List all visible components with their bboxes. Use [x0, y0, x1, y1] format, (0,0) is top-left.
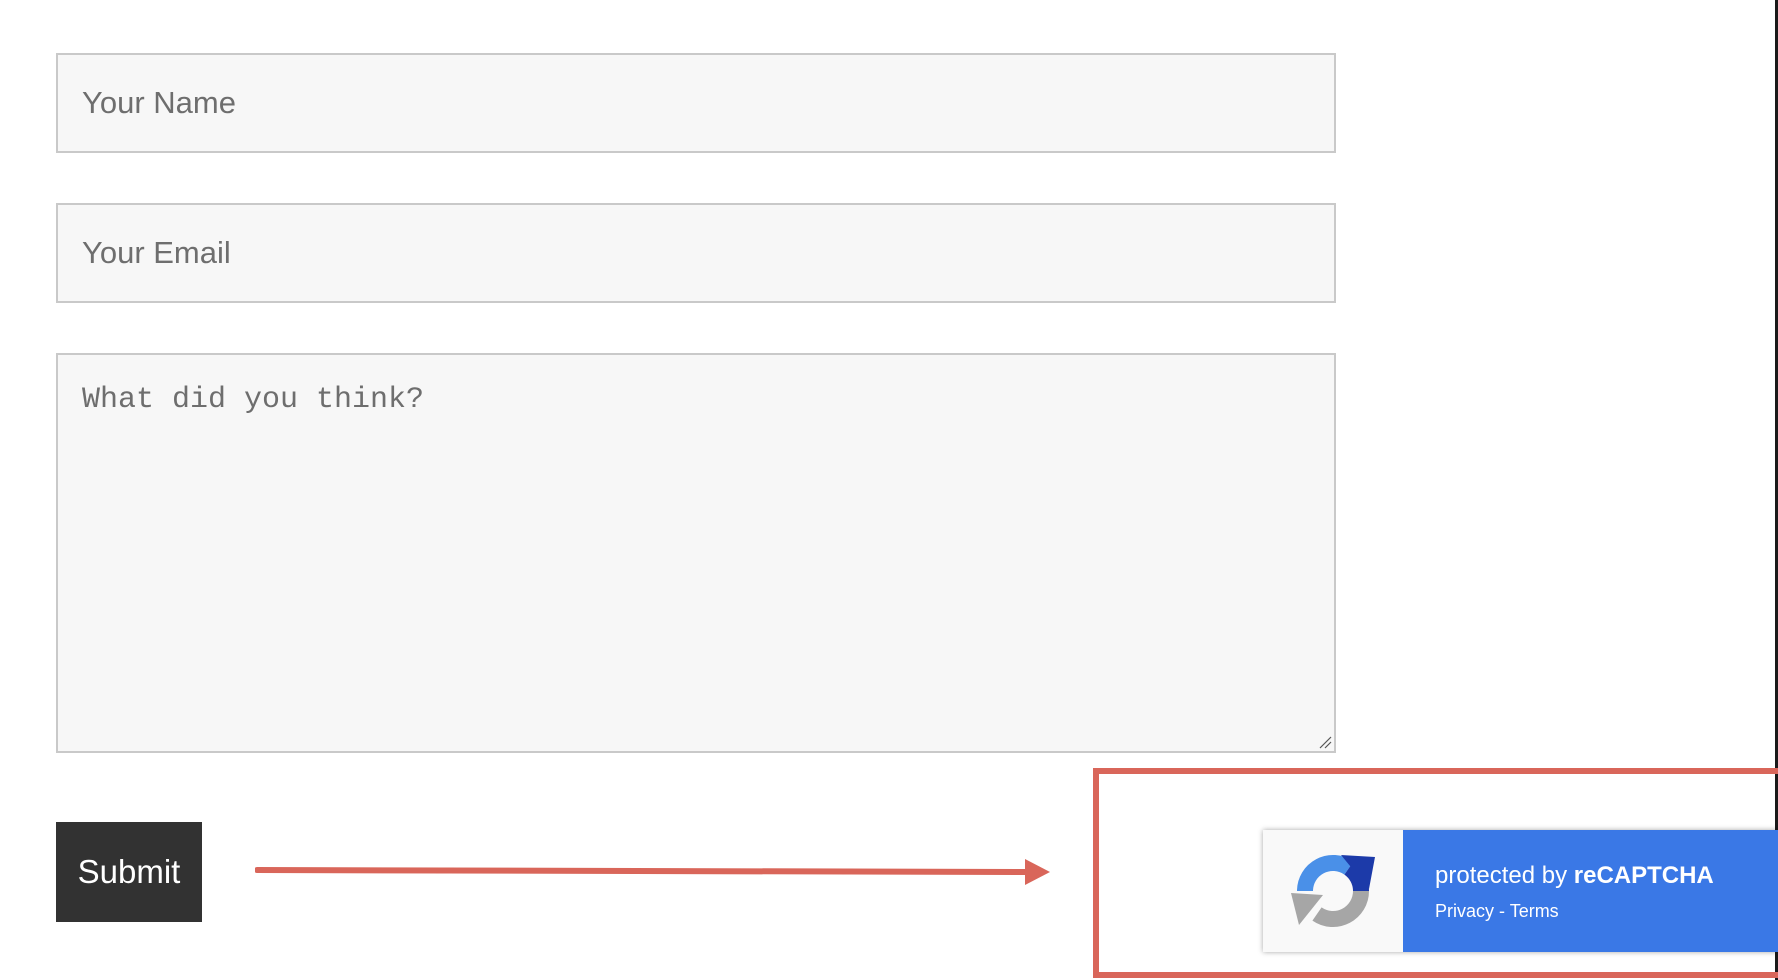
- name-placeholder: Your Name: [82, 85, 236, 120]
- recaptcha-protected-text: protected by: [1435, 861, 1574, 889]
- resize-grip-icon[interactable]: [1318, 735, 1332, 749]
- recaptcha-text-area: protected by reCAPTCHA Privacy - Terms: [1403, 830, 1778, 952]
- recaptcha-links: Privacy - Terms: [1435, 901, 1778, 922]
- annotation-arrow: [255, 859, 1050, 885]
- recaptcha-logo-icon: [1291, 854, 1375, 928]
- submit-button[interactable]: Submit: [56, 822, 202, 922]
- terms-link[interactable]: Terms: [1510, 901, 1559, 921]
- recaptcha-logo-area: [1263, 830, 1403, 952]
- name-field[interactable]: Your Name: [56, 53, 1336, 153]
- links-separator: -: [1494, 900, 1510, 921]
- email-placeholder: Your Email: [82, 235, 231, 270]
- message-placeholder: What did you think?: [82, 383, 425, 417]
- recaptcha-brand: reCAPTCHA: [1573, 861, 1714, 889]
- privacy-link[interactable]: Privacy: [1435, 901, 1494, 921]
- message-textarea[interactable]: What did you think?: [56, 353, 1336, 753]
- recaptcha-title: protected by reCAPTCHA: [1435, 861, 1778, 891]
- email-field[interactable]: Your Email: [56, 203, 1336, 303]
- recaptcha-badge[interactable]: protected by reCAPTCHA Privacy - Terms: [1263, 830, 1778, 952]
